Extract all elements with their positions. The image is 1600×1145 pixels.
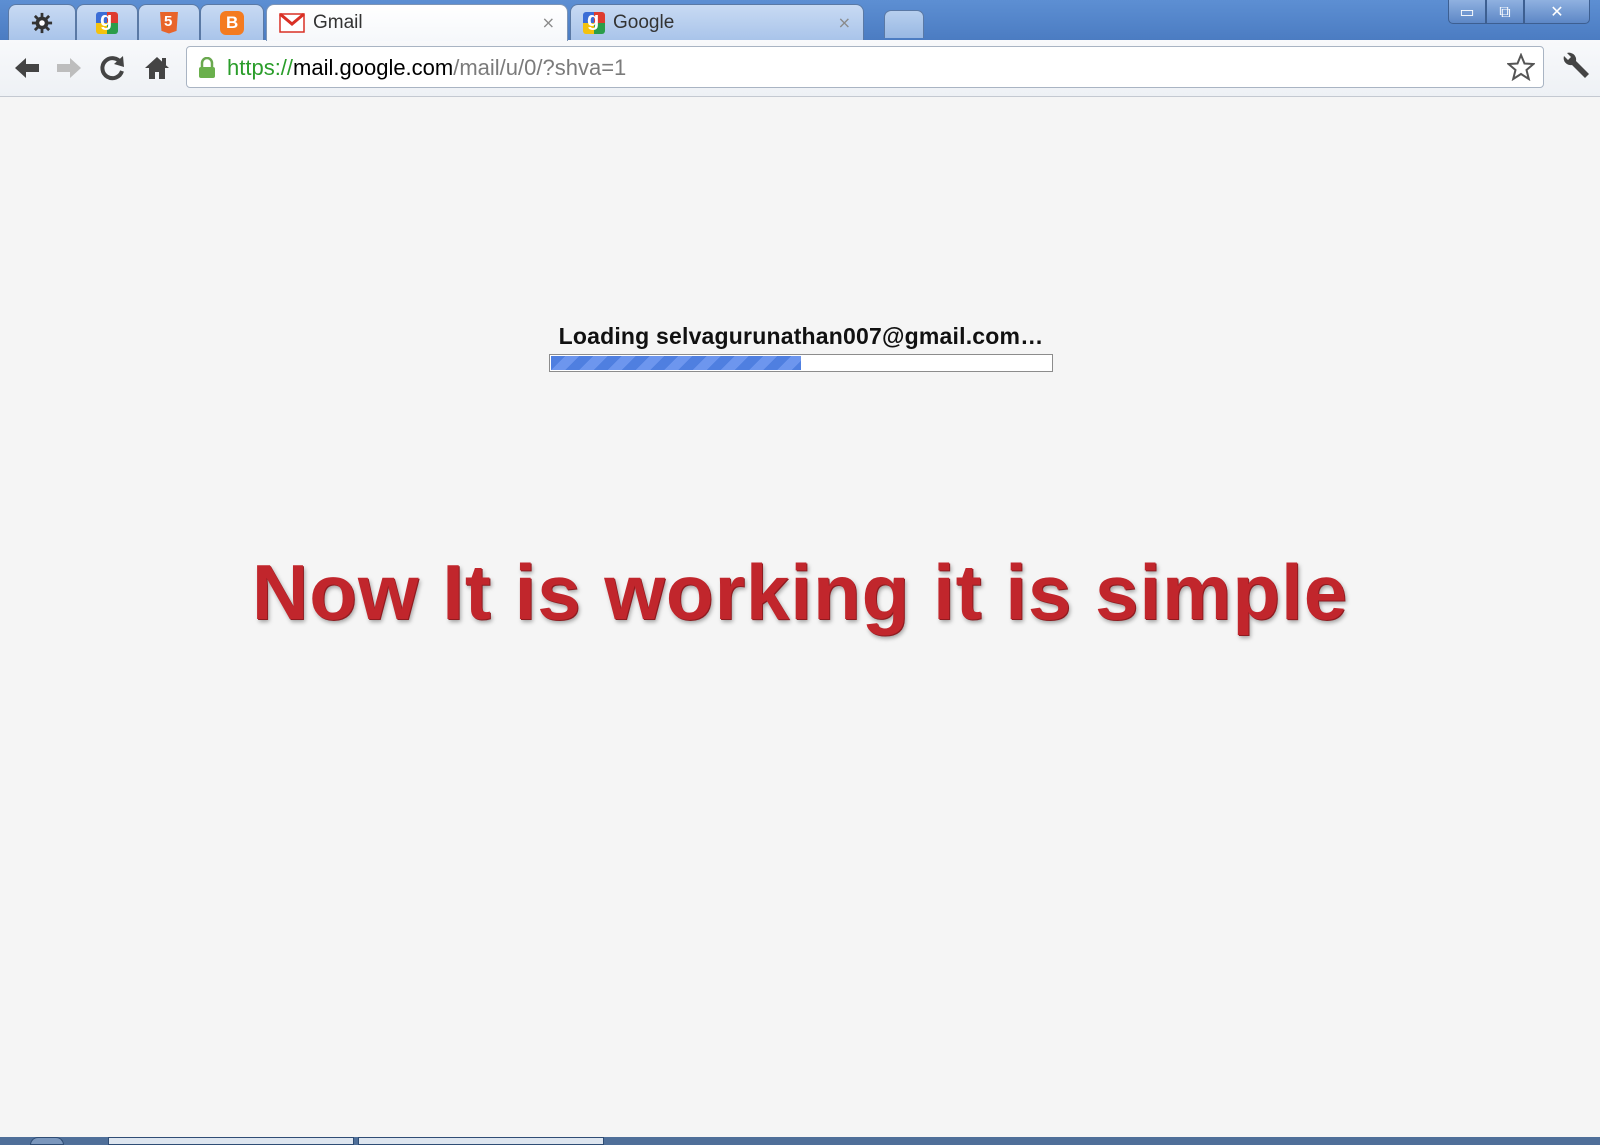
google-icon <box>583 9 605 34</box>
back-arrow-icon <box>15 58 39 78</box>
minimize-button[interactable]: ▭ <box>1448 0 1486 24</box>
back-button[interactable] <box>10 52 44 84</box>
taskbar-item[interactable] <box>108 1137 354 1145</box>
window-controls: ▭ ⧉ ✕ <box>1448 0 1590 26</box>
caption-overlay-text: Now It is working it is simple <box>251 548 1349 636</box>
tab-google[interactable]: Google × <box>570 4 864 40</box>
tab-title: Google <box>613 11 675 33</box>
url-host: mail.google.com <box>293 55 454 80</box>
browser-toolbar: https://mail.google.com/mail/u/0/?shva=1 <box>0 40 1600 97</box>
forward-arrow-icon <box>57 58 81 78</box>
browser-window: Gmail × Google × ▭ ⧉ ✕ <box>0 0 1600 1145</box>
new-tab-button[interactable] <box>884 10 924 38</box>
restore-button[interactable]: ⧉ <box>1486 0 1524 24</box>
settings-gear-icon <box>31 12 53 33</box>
loading-indicator: Loading selvagurunathan007@gmail.com… <box>536 323 1066 372</box>
bookmark-star-icon[interactable] <box>1507 53 1535 81</box>
html5-icon <box>160 11 178 34</box>
tab-close-icon[interactable]: × <box>838 13 851 32</box>
reload-icon <box>100 56 124 81</box>
tab-pinned-blogger[interactable] <box>200 4 264 40</box>
gmail-icon <box>279 13 305 33</box>
wrench-menu-icon[interactable] <box>1558 50 1592 84</box>
url-scheme: https:// <box>227 55 294 80</box>
tab-pinned-google[interactable] <box>76 4 138 40</box>
progress-bar <box>549 354 1053 372</box>
lock-icon <box>199 57 215 78</box>
home-icon <box>145 57 169 79</box>
loading-text: Loading selvagurunathan007@gmail.com… <box>558 323 1044 349</box>
url-path: /mail/u/0/?shva=1 <box>453 55 627 80</box>
home-button[interactable] <box>140 52 174 84</box>
tab-pinned-settings[interactable] <box>8 4 76 40</box>
progress-fill <box>551 356 801 370</box>
taskbar-strip <box>0 1137 1600 1145</box>
tab-close-icon[interactable]: × <box>542 13 555 32</box>
forward-button[interactable] <box>52 52 86 84</box>
close-window-button[interactable]: ✕ <box>1524 0 1590 24</box>
tab-pinned-html5[interactable] <box>138 4 200 40</box>
url-text: https://mail.google.com/mail/u/0/?shva=1 <box>227 55 626 81</box>
address-bar[interactable]: https://mail.google.com/mail/u/0/?shva=1 <box>186 46 1544 88</box>
tab-strip: Gmail × Google × ▭ ⧉ ✕ <box>0 0 1600 41</box>
reload-button[interactable] <box>96 52 130 84</box>
start-orb-icon[interactable] <box>30 1137 64 1145</box>
tab-gmail[interactable]: Gmail × <box>266 4 568 41</box>
tab-title: Gmail <box>313 12 363 33</box>
taskbar-item[interactable] <box>358 1137 604 1145</box>
page-content: Loading selvagurunathan007@gmail.com… No… <box>0 97 1600 1140</box>
blogger-icon <box>220 10 244 35</box>
google-icon <box>96 9 118 34</box>
